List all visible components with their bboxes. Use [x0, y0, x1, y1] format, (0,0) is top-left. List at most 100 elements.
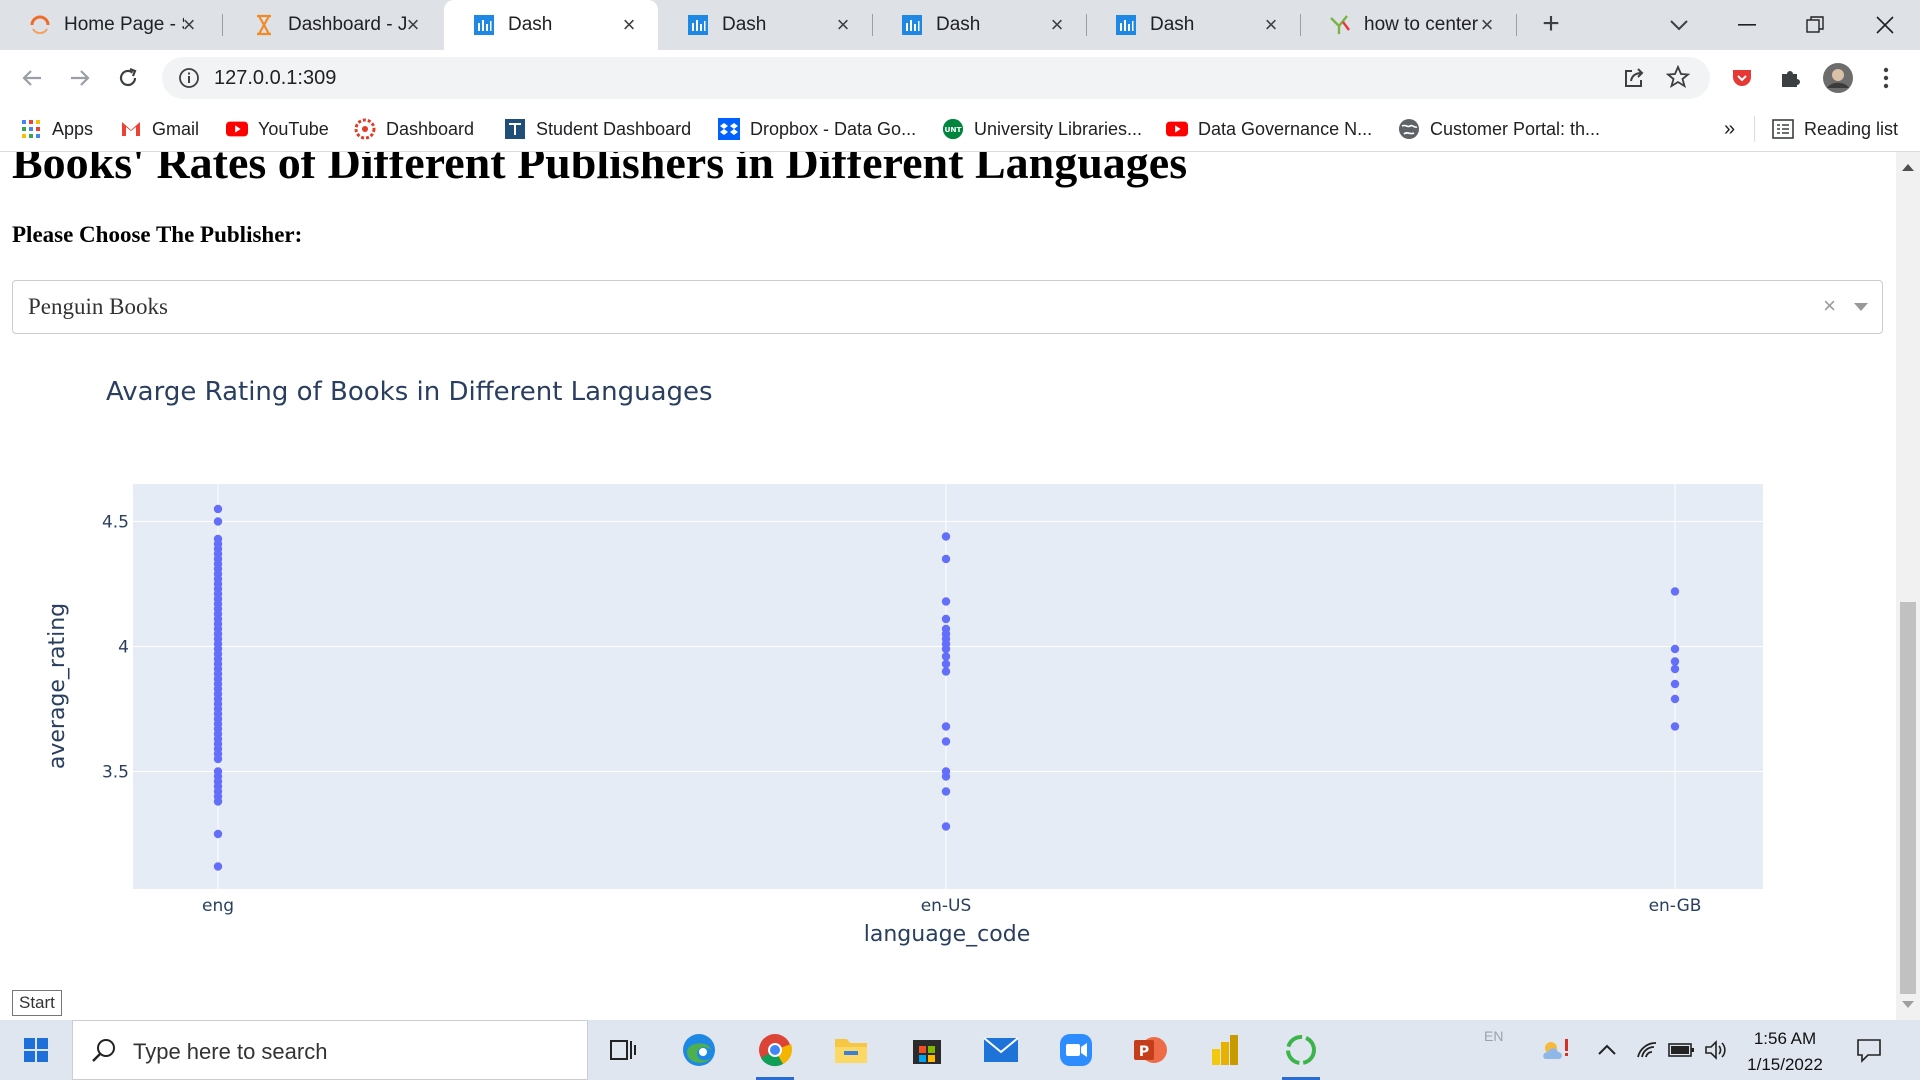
chevron-up-icon[interactable]: [1598, 1038, 1616, 1062]
hourglass-icon: [252, 13, 276, 37]
data-point: [941, 554, 951, 564]
bookmark-dashboard[interactable]: Dashboard: [354, 116, 474, 142]
tab-dash[interactable]: Dash ×: [658, 0, 872, 50]
clock-date: 1/15/2022: [1747, 1055, 1823, 1074]
close-tab-icon[interactable]: ×: [830, 12, 856, 38]
data-point: [213, 862, 223, 871]
reading-list-button[interactable]: Reading list: [1772, 116, 1898, 142]
extensions-puzzle-icon[interactable]: [1774, 62, 1806, 94]
minimize-icon[interactable]: [1724, 8, 1770, 42]
bookmark-label: Dashboard: [386, 118, 475, 139]
unt-icon: UNT: [942, 118, 964, 140]
dropdown-value: Penguin Books: [28, 294, 168, 319]
tab-dash[interactable]: Dash ×: [1086, 0, 1300, 50]
scrollbar-thumb[interactable]: [1900, 602, 1916, 994]
close-tab-icon[interactable]: ×: [1044, 12, 1070, 38]
tab-home-page[interactable]: Home Page - S ×: [0, 0, 218, 50]
gmail-icon: [120, 118, 142, 140]
data-point: [941, 787, 951, 796]
back-arrow-icon[interactable]: [16, 62, 48, 94]
notifications-icon[interactable]: [1856, 1038, 1882, 1063]
reload-icon[interactable]: [112, 62, 144, 94]
pocket-extension-icon[interactable]: [1726, 62, 1758, 94]
bookmarks-overflow-button[interactable]: »: [1724, 116, 1735, 142]
bookmark-label: YouTube: [258, 118, 329, 139]
data-point: [941, 644, 951, 654]
mail-icon[interactable]: [978, 1030, 1024, 1070]
bookmark-student-dashboard[interactable]: Student Dashboard: [504, 116, 691, 142]
data-point: [941, 772, 951, 781]
data-point: [213, 797, 223, 806]
bookmark-data-governance[interactable]: Data Governance N...: [1166, 116, 1372, 142]
data-point: [213, 517, 223, 526]
store-icon[interactable]: [904, 1030, 950, 1070]
bookmark-customer-portal[interactable]: Customer Portal: th...: [1398, 116, 1600, 142]
weather-alert-icon[interactable]: [1540, 1038, 1572, 1062]
clear-selection-icon[interactable]: ×: [1823, 293, 1836, 319]
page-scrollbar[interactable]: [1896, 152, 1920, 1020]
y-tick-label: 4.5: [102, 513, 129, 533]
tab-dash-active[interactable]: Dash ×: [444, 0, 658, 50]
file-explorer-icon[interactable]: [828, 1030, 874, 1070]
url-text: 127.0.0.1:309: [214, 67, 337, 89]
zoom-icon[interactable]: [1053, 1030, 1099, 1070]
close-tab-icon[interactable]: ×: [1474, 12, 1500, 38]
chevron-down-icon[interactable]: [1854, 303, 1868, 311]
powerpoint-icon[interactable]: P: [1127, 1030, 1173, 1070]
data-point: [941, 659, 951, 669]
wifi-icon[interactable]: [1636, 1038, 1660, 1062]
bookmark-gmail[interactable]: Gmail: [120, 116, 199, 142]
bookmark-dropbox[interactable]: Dropbox - Data Go...: [718, 116, 916, 142]
close-tab-icon[interactable]: ×: [400, 12, 426, 38]
bookmark-youtube[interactable]: YouTube: [226, 116, 329, 142]
data-point: [213, 754, 223, 764]
bookmark-apps[interactable]: Apps: [20, 116, 93, 142]
close-tab-icon[interactable]: ×: [616, 12, 642, 38]
close-tab-icon[interactable]: ×: [176, 12, 202, 38]
data-point: [1670, 694, 1680, 704]
windows-start-icon[interactable]: [13, 1030, 59, 1070]
data-point: [1670, 587, 1680, 596]
y-tick-labels: 3.5 4 4.5: [102, 513, 129, 783]
tab-search-icon[interactable]: [1656, 8, 1702, 42]
bookmark-label: Apps: [52, 118, 94, 139]
address-bar[interactable]: 127.0.0.1:309: [162, 57, 1710, 99]
taskbar-search-box[interactable]: Type here to search: [72, 1020, 588, 1080]
battery-icon[interactable]: [1668, 1038, 1696, 1062]
circle-app-icon[interactable]: [1278, 1030, 1324, 1080]
scroll-up-icon[interactable]: [1902, 164, 1914, 171]
profile-avatar[interactable]: [1822, 62, 1854, 94]
forward-arrow-icon[interactable]: [64, 62, 96, 94]
share-icon[interactable]: [1622, 66, 1646, 95]
tab-how-to-center[interactable]: how to center ×: [1300, 0, 1516, 50]
bookmark-star-icon[interactable]: [1665, 64, 1691, 94]
publisher-dropdown[interactable]: Penguin Books ×: [12, 280, 1883, 334]
input-language[interactable]: EN: [1484, 1024, 1503, 1048]
data-point: [941, 822, 951, 831]
new-tab-button[interactable]: +: [1536, 9, 1566, 40]
tab-dash[interactable]: Dash ×: [872, 0, 1086, 50]
y-tick-label: 4: [118, 638, 129, 658]
system-clock[interactable]: 1:56 AM 1/15/2022: [1740, 1026, 1830, 1078]
power-bi-icon[interactable]: [1202, 1030, 1248, 1070]
scroll-down-icon[interactable]: [1902, 1001, 1914, 1008]
globe-icon: [1398, 118, 1420, 140]
dash-app-icon: [472, 13, 496, 37]
browser-menu-icon[interactable]: [1870, 62, 1902, 94]
bookmark-university-libraries[interactable]: UNT University Libraries...: [942, 116, 1142, 142]
chrome-icon[interactable]: [752, 1030, 798, 1080]
data-point: [1670, 657, 1680, 666]
site-info-icon[interactable]: [178, 67, 200, 94]
close-tab-icon[interactable]: ×: [1258, 12, 1284, 38]
task-view-icon[interactable]: [600, 1030, 646, 1070]
yahoo-search-icon: [1328, 13, 1352, 37]
tab-title: Dashboard - Ju: [288, 14, 408, 35]
page-title: Books' Rates of Different Publishers in …: [12, 152, 1188, 188]
volume-icon[interactable]: [1704, 1038, 1728, 1062]
close-window-icon[interactable]: [1862, 8, 1908, 42]
edge-icon[interactable]: [676, 1030, 722, 1070]
restore-icon[interactable]: [1792, 8, 1838, 42]
svg-text:UNT: UNT: [944, 125, 961, 134]
data-point: [213, 829, 223, 839]
tab-dashboard[interactable]: Dashboard - Ju ×: [224, 0, 442, 50]
